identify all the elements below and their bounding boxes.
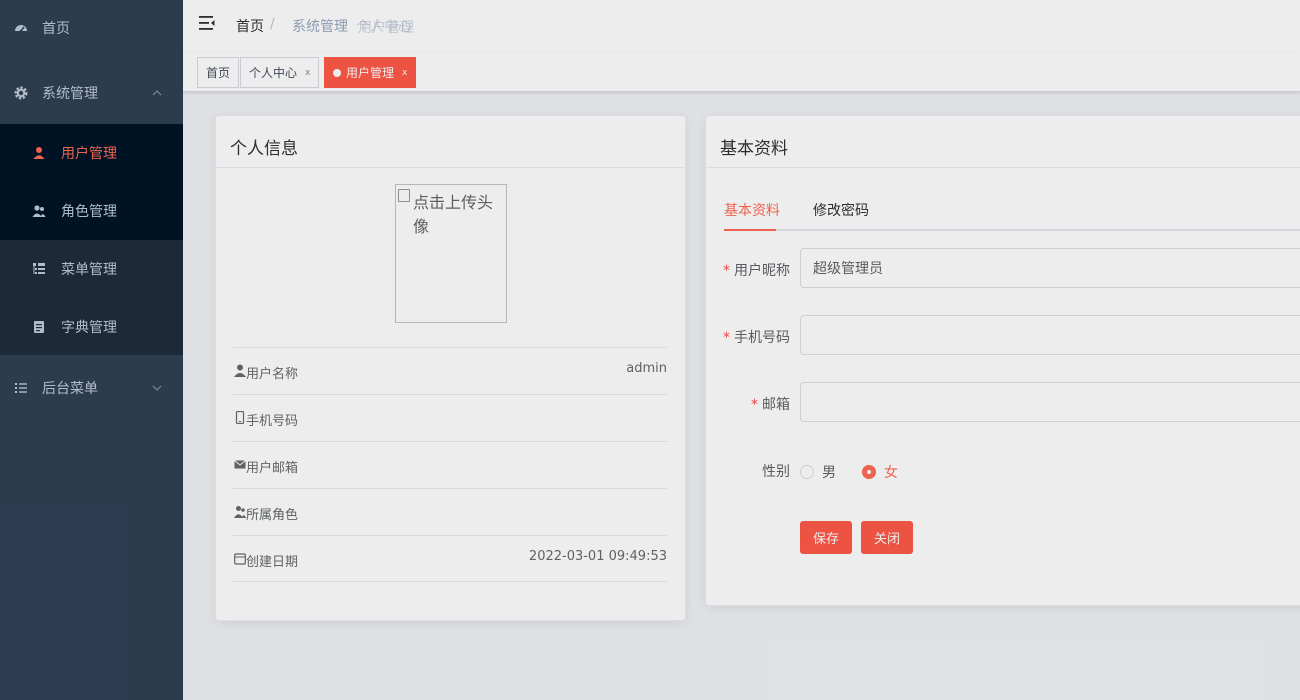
field-label-text: 邮箱 <box>762 397 790 413</box>
email-label: * 邮箱 <box>706 394 790 414</box>
sidebar-item-label: 用户管理 <box>61 146 117 162</box>
close-button[interactable]: 关闭 <box>861 521 913 554</box>
tab-active-bar <box>724 229 776 231</box>
radio-circle <box>800 465 814 479</box>
tag-label: 用户管理 <box>346 66 395 80</box>
list-icon <box>14 381 28 395</box>
tag-label: 个人中心 <box>249 66 298 80</box>
chevron-up-icon <box>152 90 162 96</box>
tag-users[interactable]: 用户管理 x <box>324 57 417 88</box>
user-icon <box>32 146 46 160</box>
info-row-email: 用户邮箱 <box>233 441 667 488</box>
sidebar-item-dict[interactable]: 字典管理 <box>0 298 183 356</box>
info-value: 2022-03-01 09:49:53 <box>528 549 667 564</box>
active-dot-icon <box>333 68 341 77</box>
info-key: 所属角色 <box>246 508 299 523</box>
peoples-icon <box>32 204 46 218</box>
close-icon[interactable]: x <box>305 68 310 78</box>
tag-label: 首页 <box>206 66 231 80</box>
dashboard-icon <box>14 21 28 35</box>
broken-image-icon <box>398 189 410 202</box>
tag-home[interactable]: 首页 <box>197 57 240 88</box>
required-mark: * <box>723 263 730 279</box>
nickname-label: * 用户昵称 <box>706 260 790 280</box>
sidebar-item-backend-menu[interactable]: 后台菜单 <box>0 360 183 416</box>
info-row-role: 所属角色 <box>233 488 667 535</box>
sidebar-item-system[interactable]: 系统管理 <box>0 64 183 122</box>
phone-input[interactable] <box>800 315 1300 355</box>
navbar: 首页 / 系统管理 个人中心 用户管理 <box>183 0 1300 52</box>
chevron-down-icon <box>152 385 162 391</box>
dict-icon <box>32 320 46 334</box>
save-button[interactable]: 保存 <box>800 521 852 554</box>
date-icon <box>234 553 246 565</box>
tab-change-password[interactable]: 修改密码 <box>813 200 869 220</box>
avatar-upload-label: 点击上传头像 <box>413 193 494 236</box>
avatar-upload[interactable]: 点击上传头像 <box>395 184 507 323</box>
email-icon <box>234 460 246 469</box>
sidebar-item-users[interactable]: 用户管理 <box>0 124 183 182</box>
breadcrumb-separator: / <box>270 16 275 32</box>
tags-view: 首页 个人中心 x 用户管理 x <box>183 52 1300 92</box>
info-key: 创建日期 <box>246 555 299 570</box>
hamburger-icon[interactable] <box>199 15 215 31</box>
radio-circle-checked <box>862 465 876 479</box>
sidebar-item-label: 菜单管理 <box>61 262 117 278</box>
user-icon <box>234 364 246 377</box>
info-key: 手机号码 <box>246 414 299 429</box>
basic-card-title: 基本资料 <box>706 116 1300 168</box>
tab-basic-info[interactable]: 基本资料 <box>724 200 780 220</box>
field-label-text: 用户昵称 <box>734 263 790 279</box>
required-mark: * <box>723 330 730 346</box>
profile-card-title: 个人信息 <box>216 116 685 168</box>
sidebar-item-roles[interactable]: 角色管理 <box>0 182 183 240</box>
info-key: 用户名称 <box>246 367 299 382</box>
sidebar: 首页 系统管理 用户管理 角色管理 菜单管理 字典管理 后台菜单 <box>0 0 183 700</box>
close-icon[interactable]: x <box>402 68 407 78</box>
tag-profile[interactable]: 个人中心 x <box>240 57 320 88</box>
sidebar-item-label: 后台菜单 <box>42 381 98 397</box>
gear-icon <box>14 86 28 100</box>
sidebar-item-label: 字典管理 <box>61 320 117 336</box>
peoples-icon <box>234 506 246 518</box>
field-label-text: 手机号码 <box>734 330 790 346</box>
nickname-input[interactable] <box>800 248 1300 288</box>
info-value: admin <box>626 361 667 376</box>
info-key: 用户邮箱 <box>246 461 299 476</box>
gender-male-radio[interactable]: 男 <box>800 462 836 482</box>
breadcrumb-system: 系统管理 <box>292 19 348 35</box>
info-row-created: 创建日期 2022-03-01 09:49:53 <box>233 535 667 582</box>
basic-info-card: 基本资料 基本资料 修改密码 *用户昵称 *手机号码 *邮箱 性别 男 女 保存… <box>705 115 1300 606</box>
radio-label: 男 <box>822 465 836 481</box>
gender-label: 性别 <box>762 464 790 480</box>
breadcrumb-home[interactable]: 首页 <box>236 16 264 36</box>
tree-table-icon <box>32 262 46 276</box>
sidebar-item-home[interactable]: 首页 <box>0 0 183 56</box>
sidebar-item-label: 系统管理 <box>42 86 98 102</box>
sidebar-item-label: 首页 <box>42 21 70 37</box>
phone-icon <box>235 411 245 424</box>
tabs: 基本资料 修改密码 <box>724 200 1300 231</box>
info-row-username: 用户名称 admin <box>233 347 667 394</box>
sidebar-item-label: 角色管理 <box>61 204 117 220</box>
gender-female-radio[interactable]: 女 <box>862 462 898 482</box>
breadcrumb-users: 用户管理 <box>358 20 414 36</box>
email-input[interactable] <box>800 382 1300 422</box>
profile-card: 个人信息 点击上传头像 用户名称 admin 手机号码 用户邮箱 所属角色 创建… <box>215 115 686 621</box>
phone-label: * 手机号码 <box>706 327 790 347</box>
sidebar-item-menus[interactable]: 菜单管理 <box>0 240 183 298</box>
required-mark: * <box>751 397 758 413</box>
info-row-phone: 手机号码 <box>233 394 667 441</box>
radio-label: 女 <box>884 465 898 481</box>
